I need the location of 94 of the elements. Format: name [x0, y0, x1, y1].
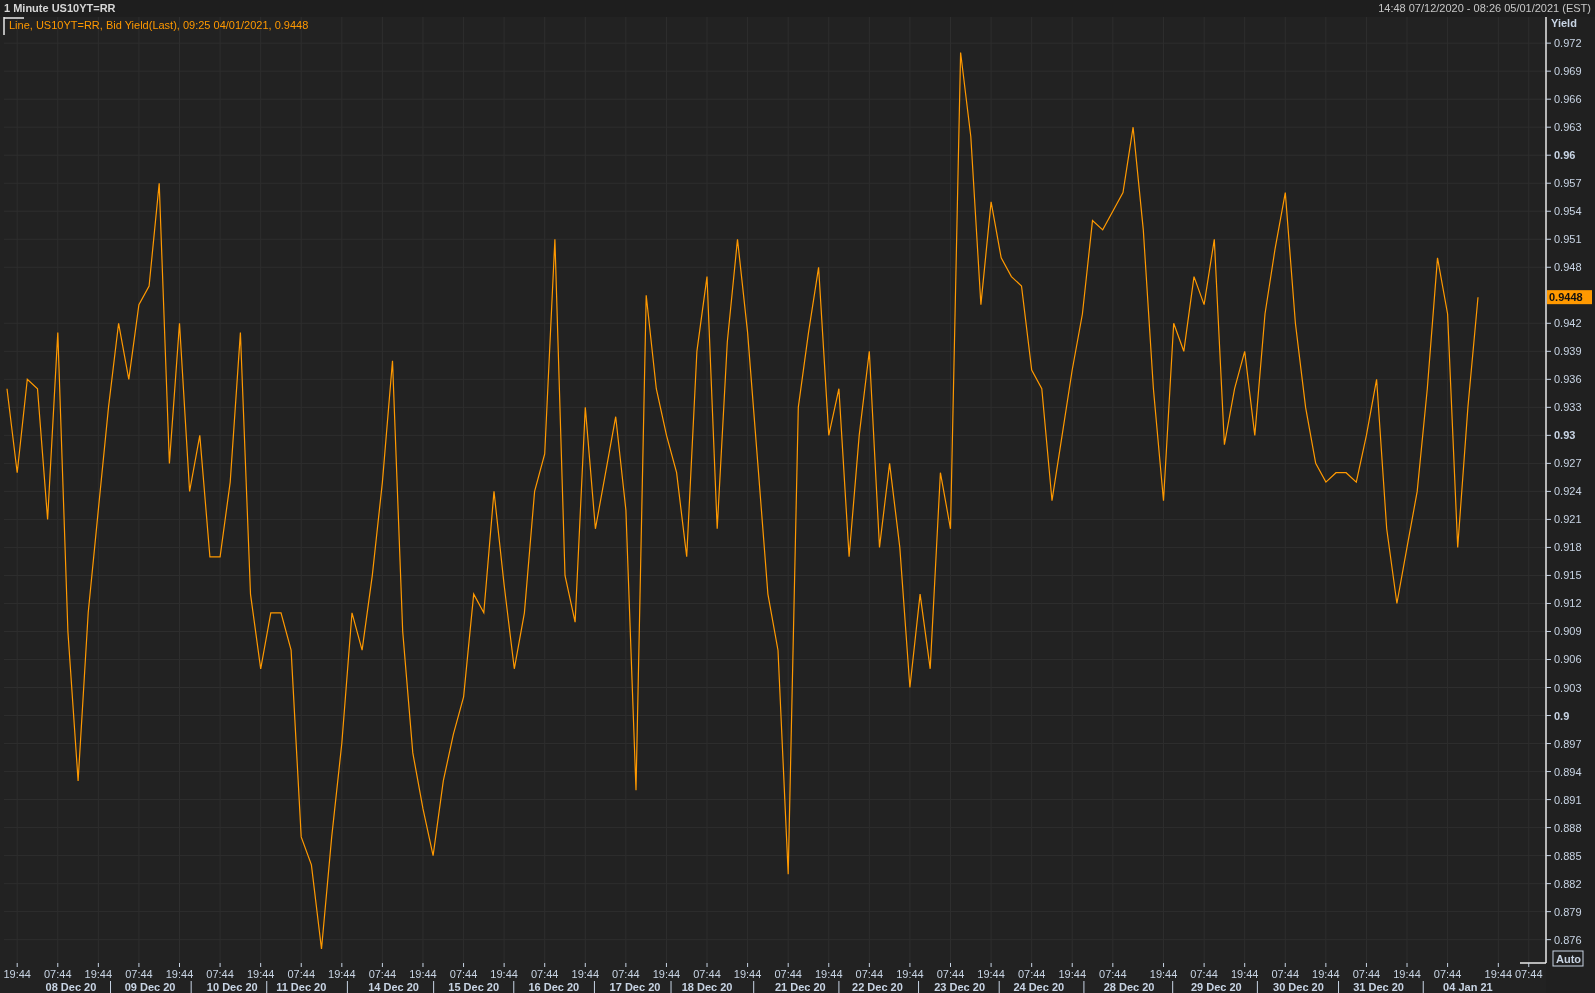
axis-label: 19:44	[3, 968, 31, 980]
date-label: 10 Dec 20	[206, 981, 258, 993]
axis-label: 19:44	[84, 968, 113, 980]
axis-label: 0.882	[1554, 877, 1582, 890]
axis-label: 07:44	[1271, 968, 1300, 980]
date-label: 08 Dec 20	[45, 981, 97, 993]
axis-label: 0.909	[1554, 625, 1582, 638]
axis-label: 0.897	[1554, 737, 1582, 750]
axis-label: 19:44	[1058, 968, 1086, 980]
axis-label: 19:44	[652, 968, 681, 980]
axis-label: 19:44	[490, 968, 518, 980]
axis-label: 0.969	[1554, 65, 1582, 78]
axis-label: 0.951	[1554, 233, 1582, 246]
axis-label: 0.9	[1554, 709, 1570, 722]
date-label: 21 Dec 20	[775, 981, 826, 993]
axis-label: 19:44	[896, 968, 924, 980]
axis-label: 0.942	[1554, 317, 1582, 330]
axis-label: 07:44	[287, 968, 315, 980]
axis-label: 07:44	[44, 968, 72, 980]
date-label: 23 Dec 20	[934, 981, 985, 993]
date-label: 15 Dec 20	[448, 981, 500, 993]
date-label: 22 Dec 20	[852, 981, 903, 993]
axis-label: 0.906	[1554, 653, 1582, 666]
axis-label: 0.96	[1554, 149, 1576, 162]
axis-label: 0.879	[1554, 905, 1582, 918]
axis-label: 0.963	[1554, 121, 1582, 134]
last-value-label: 0.9448	[1547, 290, 1592, 305]
axis-title: Yield	[1551, 17, 1577, 29]
axis-label: 0.954	[1554, 205, 1582, 218]
axis-label: 19:44	[1230, 968, 1259, 980]
axis-label: 07:44	[612, 968, 640, 980]
chart-legend: Line, US10YT=RR, Bid Yield(Last), 09:25 04/01/2021, 0.9448	[9, 19, 309, 31]
axis-label: 0.915	[1554, 569, 1582, 582]
axis-label: 07:44	[1099, 968, 1127, 980]
axis-label: 07:44	[693, 968, 721, 980]
date-label: 29 Dec 20	[1190, 981, 1242, 993]
axis-label: 0.918	[1554, 541, 1582, 554]
chart-title: 1 Minute US10YT=RR	[4, 3, 116, 14]
axis-label: 07:44	[206, 968, 234, 980]
axis-label: 19:44	[165, 968, 194, 980]
date-label: 28 Dec 20	[1103, 981, 1155, 993]
axis-label: 0.888	[1554, 821, 1582, 834]
axis-label: 0.948	[1554, 261, 1582, 274]
axis-label: 0.891	[1554, 793, 1582, 806]
axis-label: 0.921	[1554, 513, 1582, 526]
date-label: 04 Jan 21	[1443, 981, 1493, 993]
date-label: 09 Dec 20	[124, 981, 176, 993]
axis-label: 19:44	[571, 968, 600, 980]
axis-label: 0.903	[1554, 681, 1582, 694]
axis-label: 0.876	[1554, 933, 1582, 946]
axis-label: 07:44	[1017, 968, 1046, 980]
axis-label: 0.939	[1554, 345, 1582, 358]
date-label: 17 Dec 20	[609, 981, 661, 993]
axis-label: 19:44	[246, 968, 275, 980]
axis-label: 0.966	[1554, 93, 1582, 106]
axis-label: 0.894	[1554, 765, 1582, 778]
axis-label: 19:44	[815, 968, 843, 980]
date-label: 31 Dec 20	[1353, 981, 1404, 993]
axis-label: 07:44	[936, 968, 965, 980]
date-label: 16 Dec 20	[528, 981, 580, 993]
axis-label: 19:44	[1312, 968, 1340, 980]
axis-label: 0.972	[1554, 37, 1582, 50]
axis-label: 07:44	[125, 968, 153, 980]
date-label: 30 Dec 20	[1273, 981, 1324, 993]
axis-label: 0.933	[1554, 401, 1582, 414]
axis-label: 0.93	[1554, 429, 1576, 442]
date-label: 14 Dec 20	[368, 981, 419, 993]
axis-label: 07:44	[1515, 968, 1543, 980]
axis-label: 19:44	[1149, 968, 1178, 980]
axis-label: 07:44	[855, 968, 884, 980]
axis-label: 19:44	[328, 968, 356, 980]
axis-label: 0.936	[1554, 373, 1582, 386]
axis-label: 19:44	[409, 968, 437, 980]
axis-label: 07:44	[449, 968, 478, 980]
axis-label: 0.924	[1554, 485, 1582, 498]
axis-label: 0.885	[1554, 849, 1582, 862]
date-label: 11 Dec 20	[276, 981, 327, 993]
date-label: 24 Dec 20	[1013, 981, 1065, 993]
date-range: 14:48 07/12/2020 - 08:26 05/01/2021 (EST)	[1378, 3, 1591, 14]
axis-label: 19:44	[733, 968, 762, 980]
axis-label: 07:44	[368, 968, 397, 980]
auto-scale-button[interactable]: Auto	[1552, 950, 1584, 967]
axis-label: 0.927	[1554, 457, 1582, 470]
axis-label: 0.912	[1554, 597, 1582, 610]
axis-label: 07:44	[1190, 968, 1218, 980]
axis-label: 0.957	[1554, 177, 1582, 190]
axis-label: 19:44	[1484, 968, 1513, 980]
axis-label: 19:44	[1393, 968, 1421, 980]
axis-label: 07:44	[774, 968, 802, 980]
axis-label: 19:44	[977, 968, 1005, 980]
axis-label: 07:44	[1352, 968, 1381, 980]
axis-label: 07:44	[1433, 968, 1462, 980]
axis-label: 07:44	[530, 968, 559, 980]
date-label: 18 Dec 20	[681, 981, 733, 993]
